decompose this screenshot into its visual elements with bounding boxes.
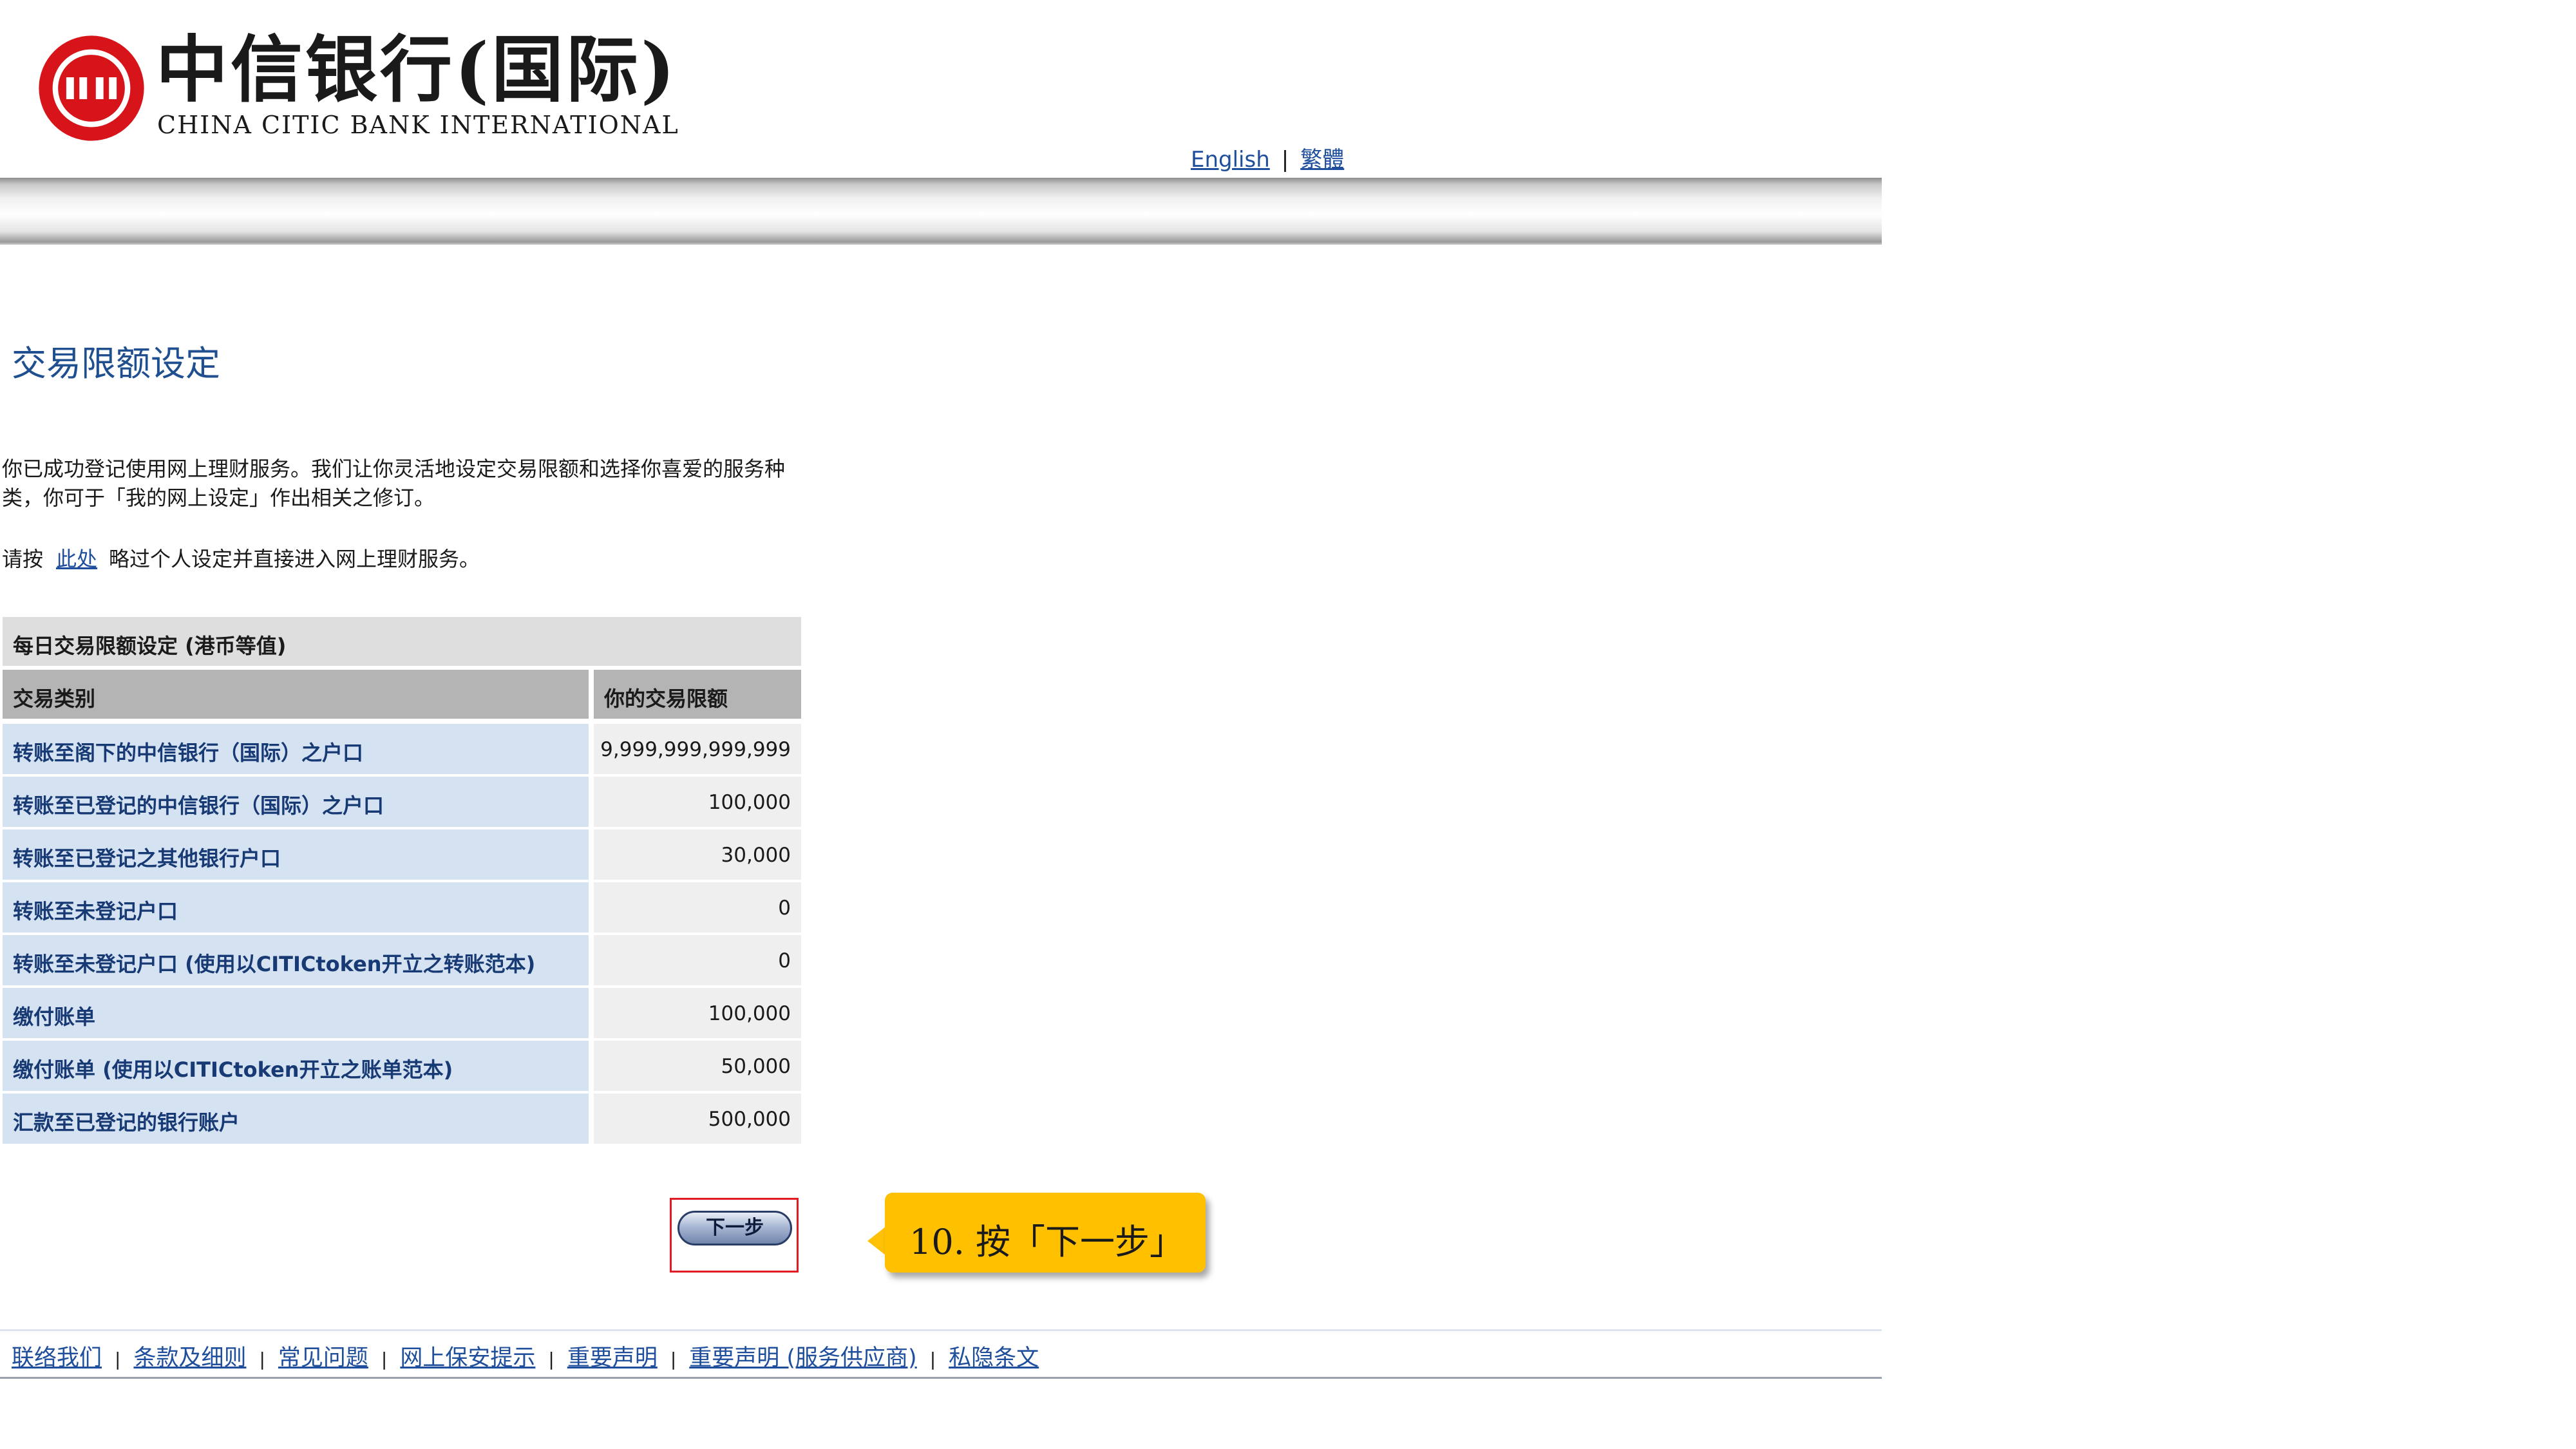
column-header-type-label: 交易类别 — [13, 687, 96, 711]
table-row: 转账至未登记户口 (使用以CITICtoken开立之转账范本) 0 — [3, 935, 801, 985]
row-limit: 500,000 — [708, 1108, 791, 1131]
table-caption: 每日交易限额设定 (港币等值) — [3, 617, 801, 666]
row-limit: 0 — [778, 949, 791, 972]
skip-prefix: 请按 — [2, 547, 44, 571]
row-type: 缴付账单 — [13, 1005, 96, 1029]
column-header-limit: 你的交易限额 — [594, 670, 801, 719]
bank-logo: 中信银行(国际) CHINA CITIC BANK INTERNATIONAL — [37, 28, 678, 143]
table-caption-text: 每日交易限额设定 (港币等值) — [13, 634, 287, 658]
row-limit: 30,000 — [721, 844, 791, 867]
row-limit: 0 — [778, 896, 791, 920]
table-row: 缴付账单 100,000 — [3, 988, 801, 1038]
skip-link[interactable]: 此处 — [56, 547, 97, 571]
footer-divider-top — [0, 1329, 1882, 1331]
footer-separator: | — [670, 1349, 677, 1370]
row-type: 转账至阁下的中信银行（国际）之户口 — [13, 741, 364, 765]
brand-name-en: CHINA CITIC BANK INTERNATIONAL — [157, 111, 679, 139]
skip-suffix: 略过个人设定并直接进入网上理财服务。 — [109, 547, 480, 571]
row-limit: 50,000 — [721, 1055, 791, 1078]
row-type: 转账至已登记之其他银行户口 — [13, 846, 281, 871]
footer-separator: | — [381, 1349, 388, 1370]
row-limit: 100,000 — [708, 1002, 791, 1025]
table-row: 转账至阁下的中信银行（国际）之户口 9,999,999,999,999 — [3, 724, 801, 774]
footer-separator: | — [548, 1349, 554, 1370]
footer-link-terms[interactable]: 条款及细则 — [133, 1345, 246, 1371]
footer-link-disclaimer-provider[interactable]: 重要声明 (服务供应商) — [689, 1345, 916, 1371]
table-row: 转账至已登记之其他银行户口 30,000 — [3, 829, 801, 880]
footer-link-contact[interactable]: 联络我们 — [12, 1345, 102, 1371]
lang-separator: | — [1281, 147, 1289, 173]
instruction-callout: 10. 按「下一步」 — [885, 1193, 1206, 1273]
footer-divider-bottom — [0, 1377, 1882, 1379]
table-row: 转账至未登记户口 0 — [3, 882, 801, 933]
table-row: 缴付账单 (使用以CITICtoken开立之账单范本) 50,000 — [3, 1041, 801, 1091]
header-band — [0, 178, 1882, 245]
page-title: 交易限额设定 — [12, 343, 220, 384]
footer-separator: | — [929, 1349, 936, 1370]
footer-link-faq[interactable]: 常见问题 — [278, 1345, 368, 1371]
footer-separator: | — [115, 1349, 121, 1370]
traditional-chinese-link[interactable]: 繁體 — [1300, 147, 1344, 173]
row-type: 转账至未登记户口 — [13, 899, 178, 923]
next-button[interactable]: 下一步 — [677, 1211, 792, 1245]
skip-instruction: 请按 此处 略过个人设定并直接进入网上理财服务。 — [2, 543, 480, 573]
table-row: 转账至已登记的中信银行（国际）之户口 100,000 — [3, 777, 801, 827]
footer-link-security-tips[interactable]: 网上保安提示 — [400, 1345, 535, 1371]
english-link[interactable]: English — [1191, 147, 1270, 173]
column-header-limit-label: 你的交易限额 — [604, 687, 728, 711]
row-type: 缴付账单 (使用以CITICtoken开立之账单范本) — [13, 1057, 453, 1082]
row-limit: 100,000 — [708, 791, 791, 814]
row-type: 转账至已登记的中信银行（国际）之户口 — [13, 793, 384, 818]
row-type: 汇款至已登记的银行账户 — [13, 1110, 240, 1135]
row-limit: 9,999,999,999,999 — [600, 738, 791, 761]
callout-text: 10. 按「下一步」 — [909, 1222, 1185, 1262]
brand-name-cn: 中信银行(国际) — [156, 28, 677, 112]
intro-text: 你已成功登记使用网上理财服务。我们让你灵活地设定交易限额和选择你喜爱的服务种类，… — [2, 457, 786, 510]
footer-links: 联络我们 | 条款及细则 | 常见问题 | 网上保安提示 | 重要声明 | 重要声明 (服务供应商)… — [12, 1340, 1039, 1372]
language-switch: English | 繁體 — [1191, 142, 1344, 173]
footer-link-privacy[interactable]: 私隐条文 — [949, 1345, 1039, 1371]
callout-pointer — [867, 1227, 886, 1255]
footer-separator: | — [259, 1349, 265, 1370]
table-row: 汇款至已登记的银行账户 500,000 — [3, 1094, 801, 1144]
citic-logo-icon — [39, 35, 144, 141]
row-type: 转账至未登记户口 (使用以CITICtoken开立之转账范本) — [13, 952, 536, 976]
footer-link-disclaimer[interactable]: 重要声明 — [567, 1345, 658, 1371]
column-header-type: 交易类别 — [3, 670, 589, 719]
